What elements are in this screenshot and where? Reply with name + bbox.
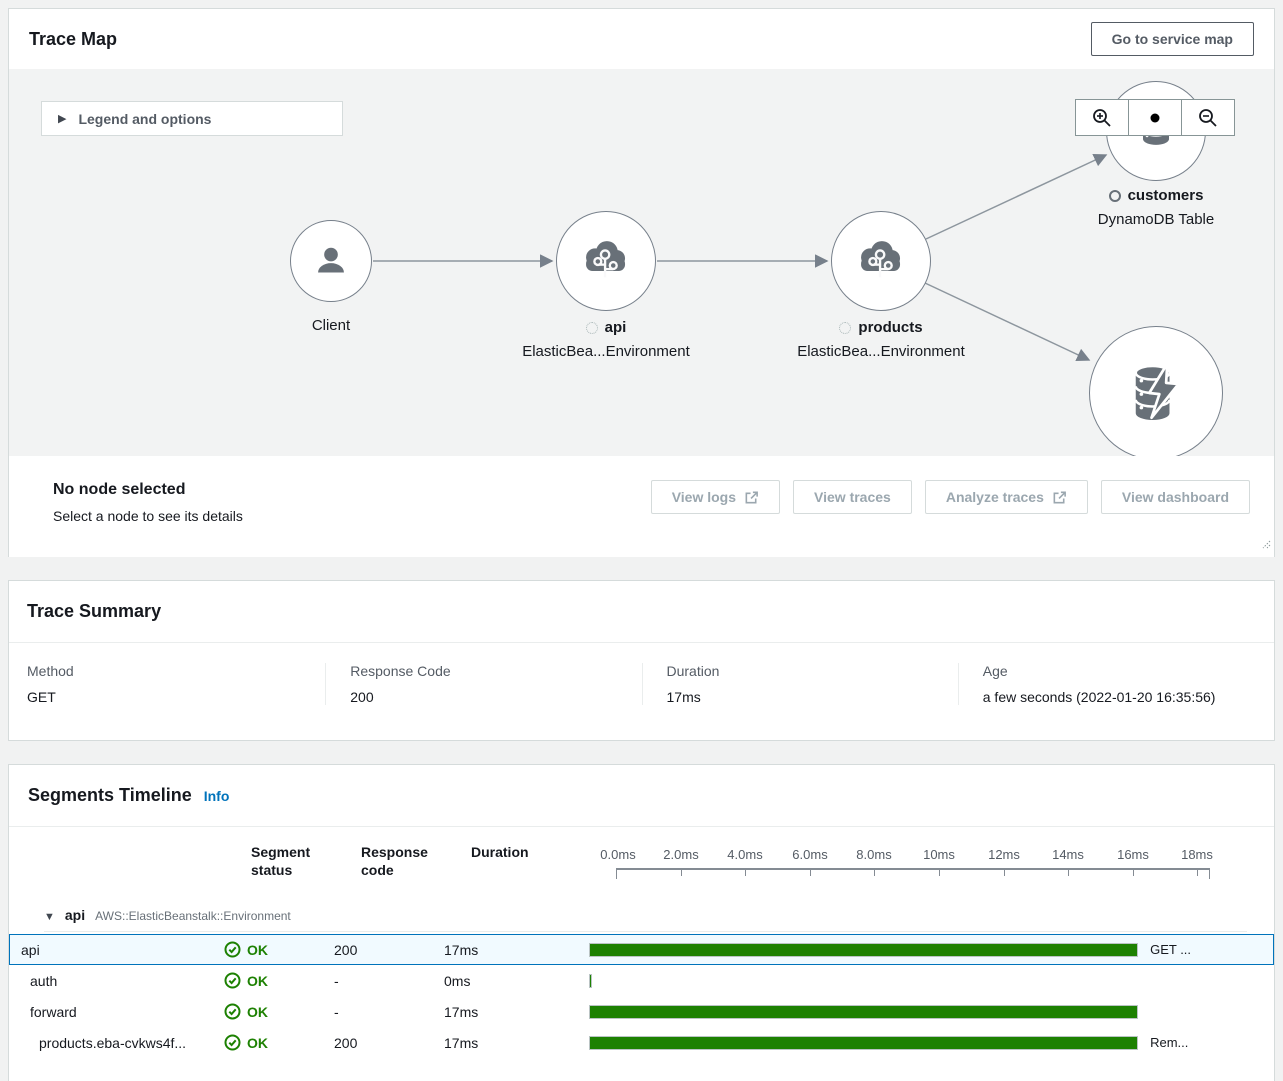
view-logs-button[interactable]: View logs [651, 480, 780, 514]
node-api-label: api ElasticBea...Environment [506, 319, 706, 360]
status-ring-dotted [839, 322, 851, 334]
bar-label: Rem... [1150, 1035, 1188, 1050]
no-node-selected-title: No node selected [53, 481, 243, 499]
segments-timeline-title: Segments Timeline [28, 785, 192, 806]
ok-status-icon [224, 972, 241, 989]
go-to-service-map-button[interactable]: Go to service map [1091, 22, 1254, 56]
trace-summary-fields: Method GET Response Code 200 Duration 17… [9, 663, 1274, 705]
view-dashboard-button[interactable]: View dashboard [1101, 480, 1250, 514]
node-database[interactable] [1089, 326, 1223, 456]
segment-row-products[interactable]: products.eba-cvkws4f... OK 200 17ms Rem.… [9, 1027, 1274, 1058]
duration: 0ms [444, 973, 569, 989]
duration: 17ms [444, 942, 569, 958]
magnifier-plus-icon [1091, 107, 1113, 129]
status-ring-dotted [586, 322, 598, 334]
node-customers-label: customers DynamoDB Table [1056, 187, 1256, 228]
trace-map-header: Trace Map Go to service map [9, 9, 1274, 69]
segment-row-auth[interactable]: auth OK - 0ms [9, 965, 1274, 996]
view-traces-button[interactable]: View traces [793, 480, 912, 514]
duration-bar [589, 1005, 1138, 1019]
segment-group-row[interactable]: ▼ api AWS::ElasticBeanstalk::Environment [9, 895, 1274, 931]
bar-label: GET ... [1150, 942, 1191, 957]
ok-status-icon [224, 1003, 241, 1020]
legend-label: Legend and options [78, 111, 211, 127]
trace-summary-header: Trace Summary [9, 581, 1274, 643]
segment-row-forward[interactable]: forward OK - 17ms [9, 996, 1274, 1027]
collapse-triangle-icon[interactable]: ▼ [44, 911, 55, 923]
node-products-label: products ElasticBea...Environment [781, 319, 981, 360]
col-duration: Duration [471, 843, 581, 861]
trace-map-panel: Trace Map Go to service map ▶ Legend and… [8, 8, 1275, 557]
response-code: - [334, 973, 444, 989]
node-products[interactable] [831, 211, 931, 311]
status-text: OK [247, 1004, 268, 1020]
node-api[interactable] [556, 211, 656, 311]
external-link-icon [744, 490, 759, 505]
segments-timeline-header: Segments Timeline Info [9, 765, 1274, 827]
response-code: 200 [334, 1035, 444, 1051]
segment-row-api[interactable]: api OK 200 17ms GET ... [9, 934, 1274, 965]
zoom-in-button[interactable] [1075, 99, 1129, 136]
recenter-button[interactable] [1128, 99, 1182, 136]
panel-resize-handle[interactable] [1260, 536, 1271, 554]
duration-bar [589, 943, 1138, 957]
field-duration: Duration 17ms [642, 663, 958, 705]
timeline-axis: 0.0ms 2.0ms 4.0ms 6.0ms 8.0ms 10ms 12ms … [616, 845, 1216, 885]
node-details-band: No node selected Select a node to see it… [9, 456, 1274, 557]
trace-summary-panel: Trace Summary Method GET Response Code 2… [8, 580, 1275, 741]
zoom-out-button[interactable] [1181, 99, 1235, 136]
dynamodb-dax-icon [1120, 357, 1192, 429]
elastic-beanstalk-icon [577, 232, 635, 290]
duration: 17ms [444, 1035, 569, 1051]
dot-icon [1144, 107, 1166, 129]
no-node-selected-subtitle: Select a node to see its details [53, 508, 243, 524]
trace-map-canvas[interactable]: ▶ Legend and options Client [9, 69, 1274, 456]
status-ring-solid [1109, 190, 1121, 202]
segments-timeline-panel: Segments Timeline Info Segment status Re… [8, 764, 1275, 1081]
duration-bar [589, 1036, 1138, 1050]
response-code: 200 [334, 942, 444, 958]
segments-table-header: Segment status Response code Duration 0.… [9, 827, 1274, 895]
col-response-code: Response code [361, 843, 453, 879]
trace-summary-title: Trace Summary [27, 601, 161, 622]
ok-status-icon [224, 941, 241, 958]
map-zoom-controls [1076, 99, 1235, 136]
duration: 17ms [444, 1004, 569, 1020]
field-method: Method GET [9, 663, 325, 705]
field-age: Age a few seconds (2022-01-20 16:35:56) [958, 663, 1274, 705]
field-response-code: Response Code 200 [325, 663, 641, 705]
group-type: AWS::ElasticBeanstalk::Environment [95, 909, 291, 923]
group-name: api [65, 907, 85, 923]
status-text: OK [247, 973, 268, 989]
external-link-icon [1052, 490, 1067, 505]
ok-status-icon [224, 1034, 241, 1051]
node-client[interactable] [290, 220, 372, 302]
info-link[interactable]: Info [204, 788, 230, 804]
user-icon [308, 238, 354, 284]
elastic-beanstalk-icon [852, 232, 910, 290]
group-divider [44, 931, 1247, 932]
node-client-label: Client [271, 317, 391, 334]
analyze-traces-button[interactable]: Analyze traces [925, 480, 1088, 514]
response-code: - [334, 1004, 444, 1020]
duration-bar [589, 974, 592, 988]
page-title: Trace Map [29, 29, 117, 50]
col-segment-status: Segment status [251, 843, 343, 879]
legend-and-options-expander[interactable]: ▶ Legend and options [41, 101, 343, 136]
status-text: OK [247, 1035, 268, 1051]
status-text: OK [247, 942, 268, 958]
expander-arrow-icon: ▶ [58, 112, 66, 125]
magnifier-minus-icon [1197, 107, 1219, 129]
